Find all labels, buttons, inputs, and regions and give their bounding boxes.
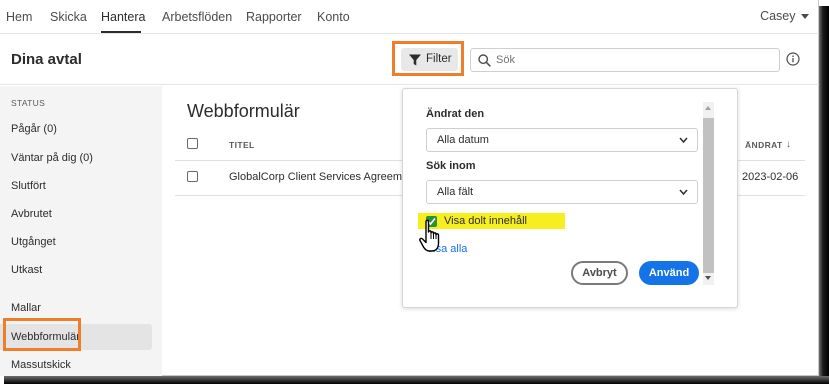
nav-item-workflows[interactable]: Arbetsflöden bbox=[162, 10, 232, 24]
user-menu[interactable]: Casey bbox=[760, 9, 809, 23]
agreement-title[interactable]: GlobalCorp Client Services Agreement bbox=[229, 171, 417, 183]
search-box[interactable] bbox=[470, 48, 780, 72]
filter-button[interactable]: Filter bbox=[401, 48, 458, 71]
nav-item-home[interactable]: Hem bbox=[6, 10, 32, 24]
select-all-checkbox[interactable] bbox=[187, 138, 198, 149]
user-name: Casey bbox=[760, 9, 796, 23]
sidebar-item-drafts[interactable]: Utkast bbox=[11, 264, 42, 276]
section-title: Webbformulär bbox=[187, 101, 300, 121]
page-header: Dina avtal Filter bbox=[0, 35, 819, 85]
app-window: Hem Skicka Hantera Arbetsflöden Rapporte… bbox=[0, 0, 819, 376]
column-header-changed[interactable]: ÄNDRAT bbox=[745, 140, 783, 150]
search-input[interactable] bbox=[496, 51, 766, 69]
agreement-date: 2023-02-06 bbox=[742, 171, 799, 183]
search-in-value: Alla fält bbox=[437, 186, 474, 198]
sidebar-heading-status: STATUS bbox=[11, 98, 46, 108]
apply-button[interactable]: Använd bbox=[639, 261, 699, 285]
window-shadow-bottom bbox=[4, 376, 829, 384]
sidebar: STATUS Pågår (0) Väntar på dig (0) Slutf… bbox=[0, 86, 162, 376]
changed-date-value: Alla datum bbox=[437, 134, 489, 146]
row-checkbox[interactable] bbox=[187, 171, 198, 182]
changed-date-label: Ändrat den bbox=[426, 108, 485, 120]
sidebar-item-expired[interactable]: Utgånget bbox=[11, 236, 56, 248]
search-in-label: Sök inom bbox=[426, 160, 476, 172]
info-icon[interactable] bbox=[786, 52, 800, 66]
column-header-title[interactable]: TITEL bbox=[229, 140, 255, 150]
show-hidden-label[interactable]: Visa dolt innehåll bbox=[444, 215, 527, 227]
filter-button-label: Filter bbox=[426, 53, 452, 65]
chevron-down-icon bbox=[679, 137, 688, 144]
sidebar-item-cancelled[interactable]: Avbrutet bbox=[11, 208, 52, 220]
caret-down-icon bbox=[801, 13, 809, 19]
search-in-select[interactable]: Alla fält bbox=[426, 180, 698, 204]
nav-item-send[interactable]: Skicka bbox=[50, 10, 87, 24]
nav-item-reports[interactable]: Rapporter bbox=[246, 10, 302, 24]
sidebar-item-completed[interactable]: Slutfört bbox=[11, 180, 46, 192]
web-forms-highlight-box bbox=[3, 318, 81, 351]
scroll-up-arrow-icon[interactable] bbox=[705, 106, 711, 110]
changed-date-select[interactable]: Alla datum bbox=[426, 128, 698, 152]
sidebar-item-waiting-for-you[interactable]: Väntar på dig (0) bbox=[11, 152, 93, 164]
top-navigation: Hem Skicka Hantera Arbetsflöden Rapporte… bbox=[0, 0, 819, 34]
sidebar-item-in-progress[interactable]: Pågår (0) bbox=[11, 123, 57, 135]
cancel-button[interactable]: Avbryt bbox=[571, 261, 628, 285]
chevron-down-icon bbox=[679, 189, 688, 196]
search-icon bbox=[478, 54, 491, 67]
funnel-icon bbox=[409, 54, 421, 66]
sidebar-item-templates[interactable]: Mallar bbox=[11, 302, 41, 314]
filter-popover: Ändrat den Alla datum Sök inom Alla fält… bbox=[402, 88, 738, 308]
hand-pointer-cursor-icon bbox=[419, 219, 440, 252]
sidebar-item-mass-send[interactable]: Massutskick bbox=[11, 359, 71, 371]
scrollbar-thumb[interactable] bbox=[703, 118, 714, 273]
sort-descending-icon[interactable]: ↓ bbox=[786, 139, 791, 150]
popover-scrollbar[interactable] bbox=[701, 102, 715, 285]
nav-item-manage[interactable]: Hantera bbox=[101, 10, 145, 24]
window-shadow-right bbox=[819, 6, 829, 384]
nav-active-indicator bbox=[101, 31, 141, 33]
nav-item-account[interactable]: Konto bbox=[317, 10, 350, 24]
scroll-down-arrow-icon[interactable] bbox=[705, 276, 711, 280]
page-title: Dina avtal bbox=[11, 51, 82, 68]
